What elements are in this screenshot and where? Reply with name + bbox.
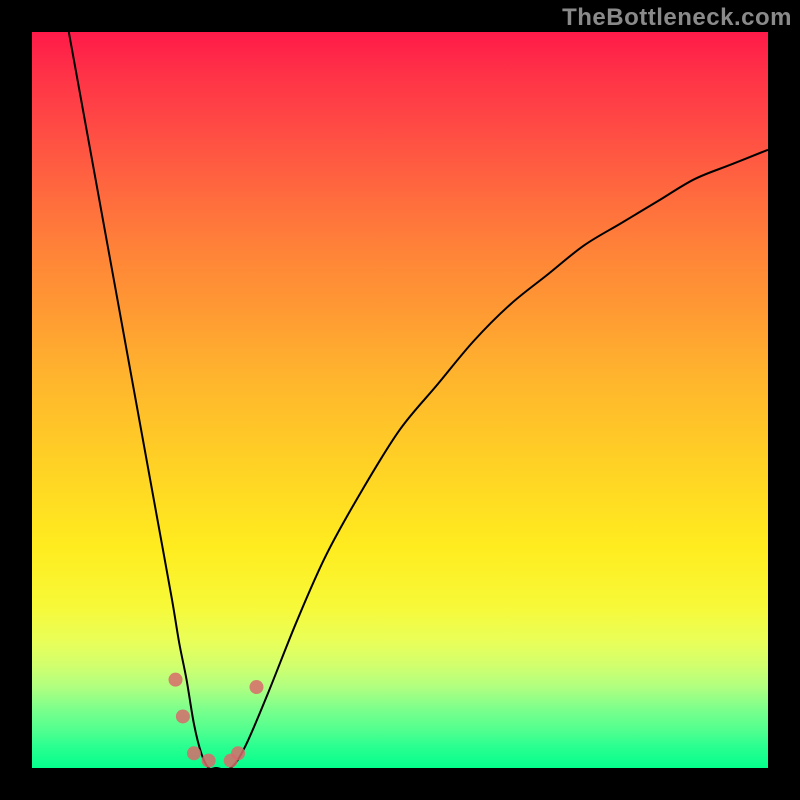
curve-markers [169,673,264,768]
chart-frame: TheBottleneck.com [0,0,800,800]
plot-area [32,32,768,768]
curve-marker [176,709,190,723]
watermark-text: TheBottleneck.com [562,4,792,32]
curve-marker [169,673,183,687]
curve-marker [202,754,216,768]
bottleneck-curve [32,32,768,768]
curve-path [69,32,768,768]
curve-marker [231,746,245,760]
curve-marker [187,746,201,760]
curve-marker [249,680,263,694]
